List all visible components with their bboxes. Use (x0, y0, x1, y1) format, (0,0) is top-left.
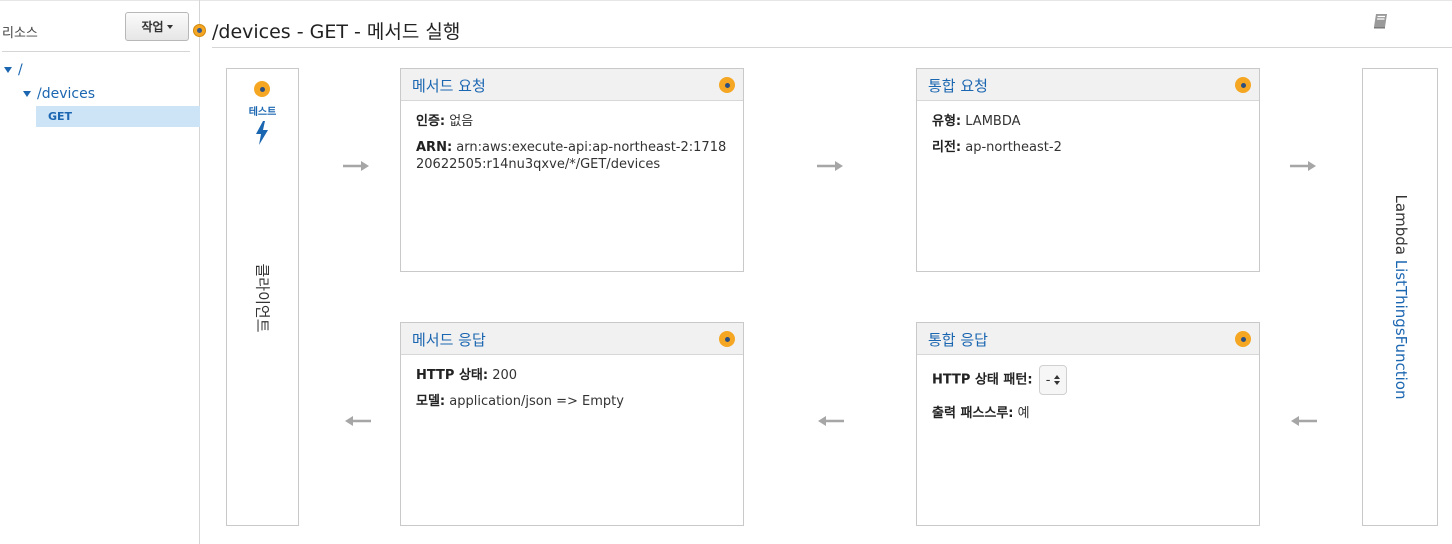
method-response-link[interactable]: 메서드 응답 (412, 329, 486, 350)
arrow-left-icon (345, 416, 371, 426)
lambda-function-link[interactable]: ListThingsFunction (1392, 260, 1410, 400)
lambda-prefix: Lambda (1392, 194, 1410, 255)
page-title: /devices - GET - 메서드 실행 (212, 21, 461, 43)
arn-value: arn:aws:execute-api:ap-northeast-2:17182… (416, 140, 727, 172)
top-border (0, 0, 1452, 1)
expand-triangle-icon[interactable] (23, 91, 31, 97)
integration-response-panel: 통합 응답 HTTP 상태 패턴: - 출력 패스스루: 예 (916, 322, 1260, 526)
status-pattern-select[interactable]: - (1038, 365, 1068, 395)
client-column: 테스트 클라이언트 (226, 68, 299, 526)
integration-request-panel: 통합 요청 유형: LAMBDA 리전: ap-northeast-2 (916, 68, 1260, 272)
header-divider (212, 47, 1452, 48)
panel-header: 통합 요청 (917, 69, 1259, 101)
panel-header: 메서드 요청 (401, 69, 743, 101)
passthrough-row: 출력 패스스루: 예 (932, 405, 1244, 422)
passthrough-value: 예 (1017, 406, 1030, 421)
passthrough-key: 출력 패스스루: (932, 406, 1014, 421)
lambda-label: Lambda ListThingsFunction (1392, 195, 1410, 400)
panel-header: 메서드 응답 (401, 323, 743, 355)
region-value: ap-northeast-2 (965, 140, 1062, 155)
arrow-right-icon (343, 161, 369, 171)
tree-item-get-label[interactable]: GET (48, 110, 72, 123)
book-icon[interactable] (1372, 12, 1390, 30)
status-dot-icon (719, 331, 735, 347)
lambda-column: Lambda ListThingsFunction (1362, 68, 1438, 526)
sidebar-divider (2, 51, 190, 52)
panel-body: HTTP 상태 패턴: - 출력 패스스루: 예 (917, 355, 1259, 422)
arrow-left-icon (1291, 416, 1317, 426)
region-row: 리전: ap-northeast-2 (932, 139, 1244, 156)
expand-triangle-icon[interactable] (4, 67, 12, 73)
method-request-link[interactable]: 메서드 요청 (412, 75, 486, 96)
status-dot-icon (1235, 331, 1251, 347)
caret-down-icon (166, 24, 173, 29)
model-value: application/json => Empty (449, 394, 624, 409)
actions-button[interactable]: 작업 (125, 12, 189, 41)
status-dot-icon (719, 77, 735, 93)
method-response-panel: 메서드 응답 HTTP 상태: 200 모델: application/json… (400, 322, 744, 526)
panel-body: 유형: LAMBDA 리전: ap-northeast-2 (917, 101, 1259, 156)
tree-item-devices-label[interactable]: /devices (37, 86, 95, 102)
arrow-right-icon (817, 161, 843, 171)
lightning-bolt-icon[interactable] (255, 121, 269, 145)
http-status-row: HTTP 상태: 200 (416, 367, 728, 384)
type-key: 유형: (932, 114, 962, 129)
panel-header: 통합 응답 (917, 323, 1259, 355)
panel-body: HTTP 상태: 200 모델: application/json => Emp… (401, 355, 743, 410)
arn-row: ARN: arn:aws:execute-api:ap-northeast-2:… (416, 139, 728, 173)
tree-item-devices[interactable]: /devices (23, 86, 95, 102)
resources-sidebar: 리소스 작업 / /devices GET (0, 0, 200, 544)
integration-request-link[interactable]: 통합 요청 (928, 75, 988, 96)
tree-item-root[interactable]: / (4, 62, 23, 78)
tree-item-get-method[interactable]: GET (36, 106, 200, 127)
type-value: LAMBDA (965, 114, 1021, 129)
test-link[interactable]: 테스트 (227, 103, 298, 118)
panel-body: 인증: 없음 ARN: arn:aws:execute-api:ap-north… (401, 101, 743, 173)
method-request-panel: 메서드 요청 인증: 없음 ARN: arn:aws:execute-api:a… (400, 68, 744, 272)
status-dot-icon (1235, 77, 1251, 93)
arn-key: ARN: (416, 140, 453, 155)
status-pattern-key: HTTP 상태 패턴: (932, 372, 1033, 388)
arrow-left-icon (818, 416, 844, 426)
test-status-icon[interactable] (254, 81, 270, 97)
arrow-right-icon (1290, 161, 1316, 171)
status-pattern-value[interactable]: - (1046, 372, 1051, 389)
model-key: 모델: (416, 394, 446, 409)
select-updown-icon (1054, 375, 1061, 385)
region-key: 리전: (932, 140, 962, 155)
status-pattern-row: HTTP 상태 패턴: - (932, 365, 1244, 395)
type-row: 유형: LAMBDA (932, 113, 1244, 130)
actions-button-label: 작업 (141, 20, 164, 34)
http-status-value: 200 (492, 368, 518, 383)
http-status-key: HTTP 상태: (416, 368, 489, 383)
client-label: 클라이언트 (253, 263, 272, 333)
model-row: 모델: application/json => Empty (416, 393, 728, 410)
auth-key: 인증: (416, 114, 446, 129)
auth-row: 인증: 없음 (416, 113, 728, 130)
auth-value: 없음 (449, 114, 474, 129)
method-status-icon (193, 24, 206, 37)
tree-item-root-label[interactable]: / (18, 62, 23, 78)
integration-response-link[interactable]: 통합 응답 (928, 329, 988, 350)
sidebar-title: 리소스 (2, 26, 38, 41)
